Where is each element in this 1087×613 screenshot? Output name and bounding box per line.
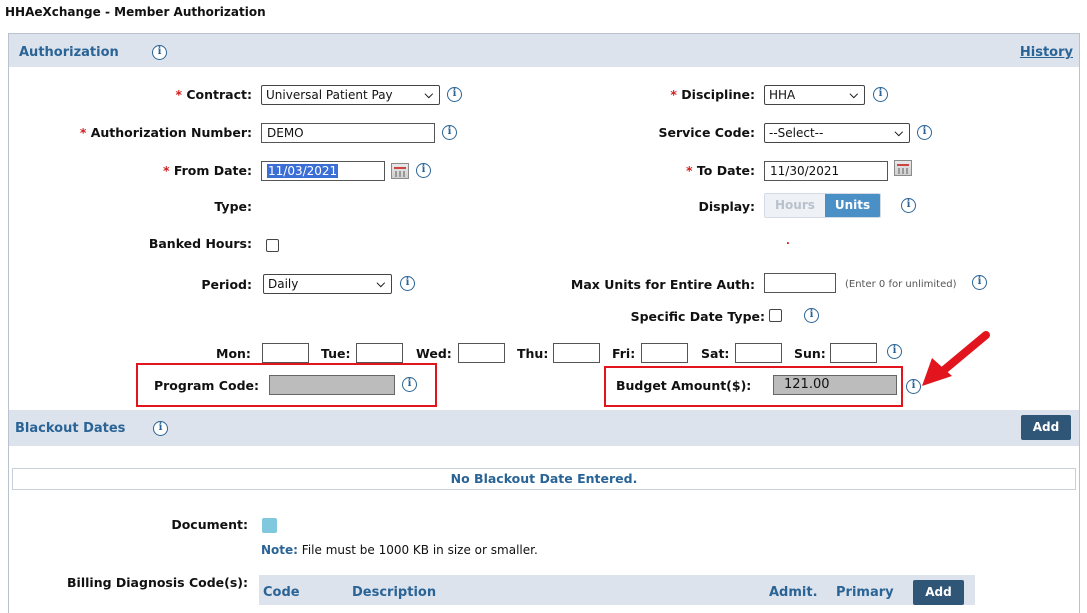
specific-date-type-info-icon[interactable]: i <box>804 308 819 323</box>
chevron-down-icon: ⌵ <box>849 88 858 101</box>
contract-info-icon[interactable]: i <box>447 87 462 102</box>
authorization-info-icon[interactable]: i <box>152 45 167 60</box>
column-code: Code <box>263 585 300 600</box>
service-code-select[interactable]: --Select-- ⌵ <box>764 123 910 143</box>
upload-icon[interactable] <box>262 518 277 533</box>
banked-hours-label: Banked Hours: <box>148 236 252 251</box>
mon-input[interactable] <box>262 343 309 363</box>
calendar-icon[interactable] <box>391 163 409 179</box>
from-date-input[interactable]: 11/03/2021 <box>261 161 385 181</box>
blackout-section-title: Blackout Dates <box>15 421 126 436</box>
column-admit: Admit. <box>769 585 818 600</box>
red-arrow-annotation <box>922 331 990 386</box>
budget-amount-info-icon[interactable]: i <box>906 379 921 394</box>
fri-input[interactable] <box>641 343 688 363</box>
program-code-label: Program Code: <box>153 378 259 393</box>
budget-amount-label: Budget Amount($): <box>616 378 752 393</box>
max-units-hint: (Enter 0 for unlimited) <box>845 279 957 290</box>
discipline-info-icon[interactable]: i <box>873 87 888 102</box>
window-title: HHAeXchange - Member Authorization <box>5 5 266 19</box>
sun-input[interactable] <box>830 343 877 363</box>
display-label: Display: <box>698 199 755 214</box>
max-units-label: Max Units for Entire Auth: <box>570 277 755 292</box>
add-blackout-button[interactable]: Add <box>1021 415 1071 440</box>
service-code-label: Service Code: <box>658 125 755 140</box>
period-select[interactable]: Daily ⌵ <box>263 274 392 294</box>
sun-label: Sun: <box>794 346 826 361</box>
max-units-info-icon[interactable]: i <box>972 275 987 290</box>
max-units-input[interactable] <box>764 273 836 293</box>
display-info-icon[interactable]: i <box>901 198 916 213</box>
discipline-select[interactable]: HHA ⌵ <box>764 85 865 105</box>
authorization-section-header <box>9 34 1079 67</box>
from-date-label: * From Date: <box>162 163 252 178</box>
billing-diagnosis-label: Billing Diagnosis Code(s): <box>67 575 248 590</box>
fri-label: Fri: <box>612 346 636 361</box>
thu-label: Thu: <box>517 346 549 361</box>
display-units-option[interactable]: Units <box>824 194 881 217</box>
display-toggle[interactable]: Hours Units <box>764 193 882 218</box>
auth-number-label: * Authorization Number: <box>79 125 252 140</box>
calendar-icon[interactable] <box>894 160 912 176</box>
auth-number-input[interactable]: DEMO <box>261 123 435 143</box>
column-primary: Primary <box>836 585 894 600</box>
sat-label: Sat: <box>701 346 730 361</box>
to-date-input[interactable]: 11/30/2021 <box>764 161 888 181</box>
to-date-label: * To Date: <box>686 163 755 178</box>
authorization-section-title: Authorization <box>19 45 119 60</box>
wed-label: Wed: <box>416 346 452 361</box>
authorization-panel <box>8 33 1080 613</box>
chevron-down-icon: ⌵ <box>424 88 433 101</box>
tue-label: Tue: <box>321 346 351 361</box>
discipline-label: * Discipline: <box>670 87 755 102</box>
blackout-empty-message: No Blackout Date Entered. <box>12 468 1076 490</box>
specific-date-type-checkbox[interactable] <box>769 309 782 322</box>
service-code-info-icon[interactable]: i <box>917 125 932 140</box>
column-description: Description <box>352 585 437 600</box>
required-marker: . <box>786 236 790 247</box>
thu-input[interactable] <box>553 343 600 363</box>
type-label: Type: <box>214 199 252 214</box>
days-info-icon[interactable]: i <box>887 344 902 359</box>
period-label: Period: <box>201 277 252 292</box>
document-label: Document: <box>171 517 248 532</box>
program-code-input[interactable] <box>269 375 395 395</box>
wed-input[interactable] <box>458 343 505 363</box>
document-note: Note: File must be 1000 KB in size or sm… <box>261 543 538 557</box>
budget-amount-input[interactable]: 121.00 <box>773 375 897 395</box>
add-diagnosis-button[interactable]: Add <box>913 580 964 605</box>
contract-label: * Contract: <box>175 87 252 102</box>
auth-number-info-icon[interactable]: i <box>442 125 457 140</box>
blackout-section-header <box>9 410 1079 446</box>
sat-input[interactable] <box>735 343 782 363</box>
tue-input[interactable] <box>356 343 403 363</box>
program-code-info-icon[interactable]: i <box>402 377 417 392</box>
display-hours-option[interactable]: Hours <box>765 194 825 217</box>
mon-label: Mon: <box>216 346 251 361</box>
banked-hours-checkbox[interactable] <box>266 239 279 252</box>
from-date-info-icon[interactable]: i <box>416 163 431 178</box>
history-link[interactable]: History <box>1020 45 1073 60</box>
specific-date-type-label: Specific Date Type: <box>630 309 765 324</box>
chevron-down-icon: ⌵ <box>894 126 903 139</box>
blackout-info-icon[interactable]: i <box>153 421 168 436</box>
contract-select[interactable]: Universal Patient Pay ⌵ <box>261 85 440 105</box>
chevron-down-icon: ⌵ <box>376 277 385 290</box>
period-info-icon[interactable]: i <box>400 276 415 291</box>
